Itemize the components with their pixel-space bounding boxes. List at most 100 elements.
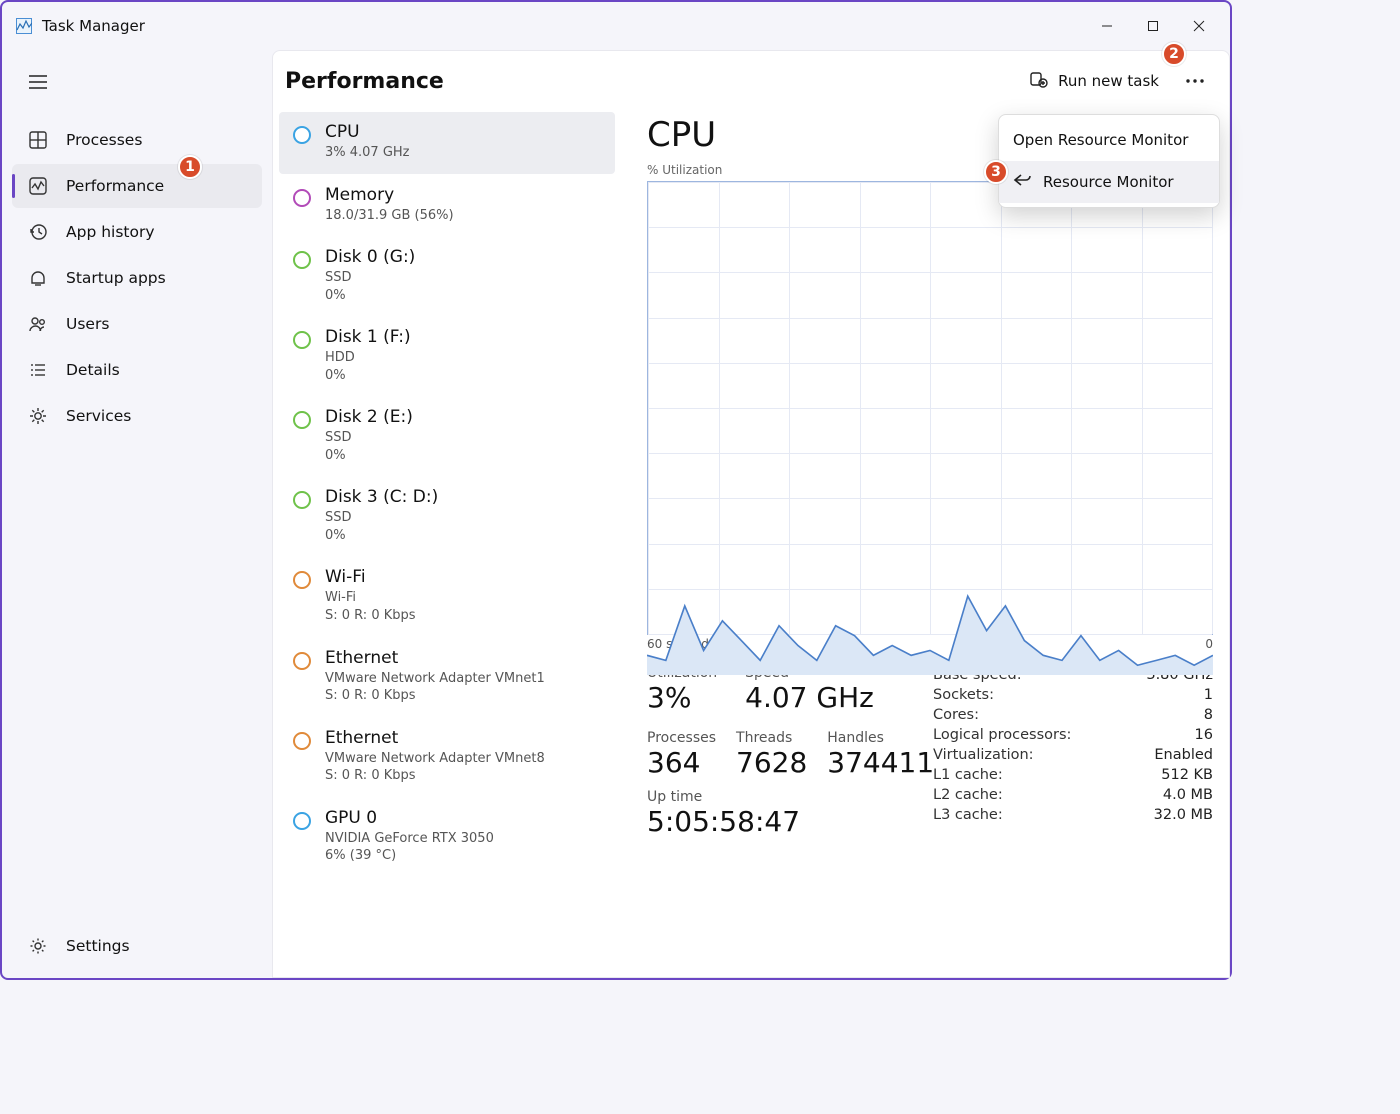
resource-title: Ethernet (325, 648, 545, 668)
spec-value: 32.0 MB (1154, 807, 1213, 823)
resource-title: Disk 1 (F:) (325, 327, 411, 347)
sidebar-item-label: App history (66, 223, 155, 241)
resource-item[interactable]: EthernetVMware Network Adapter VMnet1 S:… (279, 638, 615, 717)
hamburger-button[interactable] (18, 62, 58, 102)
more-button[interactable] (1175, 63, 1215, 99)
spec-row: Cores: 8 (933, 705, 1213, 725)
performance-icon (28, 176, 48, 196)
sidebar-item-processes[interactable]: Processes (12, 118, 262, 162)
resource-subtext: VMware Network Adapter VMnet8 S: 0 R: 0 … (325, 750, 545, 785)
sidebar-item-label: Details (66, 361, 120, 379)
spec-row: Virtualization:Enabled (933, 745, 1213, 765)
spec-key: Logical processors: (933, 727, 1071, 743)
resource-subtext: VMware Network Adapter VMnet1 S: 0 R: 0 … (325, 670, 545, 705)
spec-row: Sockets: 1 (933, 685, 1213, 705)
sidebar-item-startup-apps[interactable]: Startup apps (12, 256, 262, 300)
resource-title: Memory (325, 185, 454, 205)
services-icon (28, 406, 48, 426)
spec-row: Logical processors: 16 (933, 725, 1213, 745)
run-task-icon (1030, 70, 1048, 92)
detail-pane: CPU AMD Ryzen 7 5… % Utilization 60 seco… (621, 111, 1229, 977)
settings-label: Settings (66, 937, 130, 955)
spec-row: L3 cache: 32.0 MB (933, 805, 1213, 825)
resource-item[interactable]: Wi-FiWi-Fi S: 0 R: 0 Kbps (279, 557, 615, 636)
grid-icon (28, 130, 48, 150)
sidebar-item-users[interactable]: Users (12, 302, 262, 346)
stat-value: 5:05:58:47 (647, 805, 903, 838)
history-icon (28, 222, 48, 242)
resource-indicator-icon (293, 126, 311, 144)
annotation-badge-1: 1 (178, 155, 202, 179)
resource-title: Disk 2 (E:) (325, 407, 413, 427)
menu-resource-monitor[interactable]: Resource Monitor (999, 161, 1219, 203)
run-new-task-button[interactable]: Run new task (1020, 64, 1169, 98)
resource-title: Disk 3 (C: D:) (325, 487, 438, 507)
menu-open-resource-monitor[interactable]: Open Resource Monitor (999, 119, 1219, 161)
spec-table: Base speed:3.80 GHzSockets:1Cores:8Logic… (933, 665, 1213, 838)
stat-value: 364 (647, 746, 716, 779)
resource-subtext: NVIDIA GeForce RTX 3050 6% (39 °C) (325, 830, 494, 865)
close-button[interactable] (1176, 7, 1222, 45)
resource-item[interactable]: EthernetVMware Network Adapter VMnet8 S:… (279, 718, 615, 797)
resource-indicator-icon (293, 732, 311, 750)
spec-value: Enabled (1154, 747, 1213, 763)
annotation-badge-2: 2 (1162, 42, 1186, 66)
resource-subtext: HDD 0% (325, 349, 411, 384)
resource-item[interactable]: Disk 0 (G:)SSD 0% (279, 237, 615, 316)
app-title: Task Manager (42, 17, 145, 35)
resource-subtext: 18.0/31.9 GB (56%) (325, 207, 454, 225)
startup-icon (28, 268, 48, 288)
menu-item-label: Open Resource Monitor (1013, 131, 1188, 149)
resource-item[interactable]: Disk 1 (F:)HDD 0% (279, 317, 615, 396)
page-title: Performance (285, 69, 444, 94)
spec-row: L2 cache:4.0 MB (933, 785, 1213, 805)
resource-indicator-icon (293, 251, 311, 269)
resource-item[interactable]: Memory 18.0/31.9 GB (56%) (279, 175, 615, 237)
spec-key: L1 cache: (933, 767, 1003, 783)
resource-item[interactable]: Disk 2 (E:)SSD 0% (279, 397, 615, 476)
resource-title: Ethernet (325, 728, 545, 748)
resource-title: GPU 0 (325, 808, 494, 828)
sidebar-item-services[interactable]: Services (12, 394, 262, 438)
resource-indicator-icon (293, 571, 311, 589)
run-task-label: Run new task (1058, 72, 1159, 90)
resource-subtext: SSD 0% (325, 269, 415, 304)
annotation-badge-3: 3 (984, 160, 1008, 184)
sidebar-item-app-history[interactable]: App history (12, 210, 262, 254)
stat-value: 374411 (827, 746, 934, 779)
spec-value: 8 (1204, 707, 1213, 723)
resource-list: CPU3% 4.07 GHz Memory 18.0/31.9 GB (56%) Di… (273, 111, 621, 977)
titlebar: Task Manager (2, 2, 1230, 50)
resource-indicator-icon (293, 189, 311, 207)
spec-key: L2 cache: (933, 787, 1003, 803)
spec-value: 16 (1195, 727, 1213, 743)
resource-indicator-icon (293, 491, 311, 509)
spec-key: Cores: (933, 707, 979, 723)
sidebar-item-label: Processes (66, 131, 142, 149)
sidebar-item-settings[interactable]: Settings (12, 924, 262, 968)
sidebar-item-performance[interactable]: Performance (12, 164, 262, 208)
stat-label: Processes (647, 730, 716, 746)
resource-item[interactable]: Disk 3 (C: D:)SSD 0% (279, 477, 615, 556)
spec-row: L1 cache: 512 KB (933, 765, 1213, 785)
spec-value: 512 KB (1161, 767, 1213, 783)
resource-item[interactable]: GPU 0NVIDIA GeForce RTX 3050 6% (39 °C) (279, 798, 615, 877)
detail-title: CPU (647, 115, 716, 155)
spec-value: 1 (1204, 687, 1213, 703)
users-icon (28, 314, 48, 334)
resource-item[interactable]: CPU3% 4.07 GHz (279, 112, 615, 174)
minimize-button[interactable] (1084, 7, 1130, 45)
app-icon (16, 18, 32, 34)
resource-title: Wi-Fi (325, 567, 416, 587)
maximize-button[interactable] (1130, 7, 1176, 45)
resource-indicator-icon (293, 331, 311, 349)
stat-label: Up time (647, 789, 903, 805)
stat-label: Handles (827, 730, 934, 746)
spec-key: L3 cache: (933, 807, 1003, 823)
menu-item-label: Resource Monitor (1043, 173, 1174, 191)
sidebar-item-label: Users (66, 315, 109, 333)
sidebar-item-label: Startup apps (66, 269, 166, 287)
spec-key: Sockets: (933, 687, 994, 703)
sidebar-item-details[interactable]: Details (12, 348, 262, 392)
stat-label: Threads (736, 730, 807, 746)
